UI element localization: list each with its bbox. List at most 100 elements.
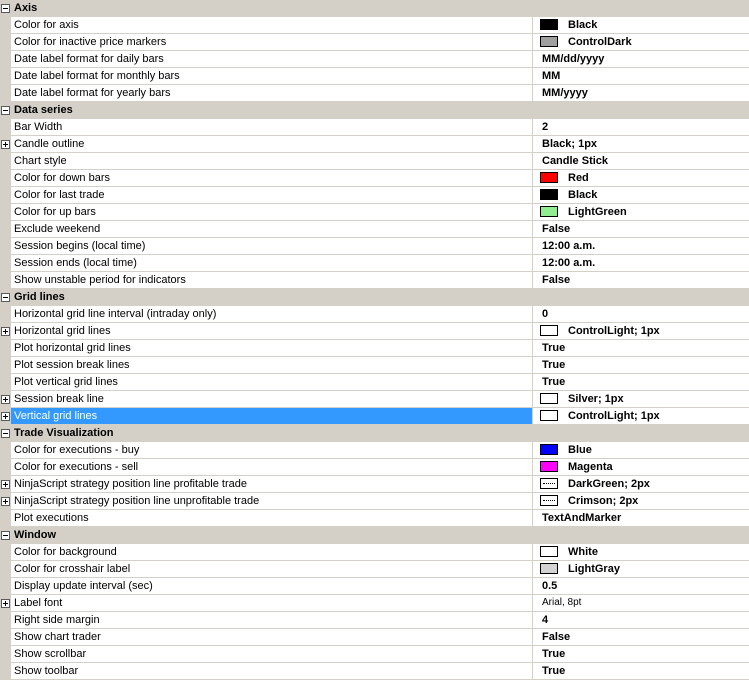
property-grid[interactable]: Axis Color for axis Black Color for inactiv… xyxy=(0,0,749,680)
expand-icon[interactable] xyxy=(1,480,10,489)
property-value[interactable]: False xyxy=(537,629,749,645)
property-value[interactable]: 12:00 a.m. xyxy=(537,238,749,254)
property-value[interactable]: True xyxy=(537,646,749,662)
collapse-icon[interactable] xyxy=(1,4,10,13)
property-value[interactable]: 2 xyxy=(537,119,749,135)
property-value[interactable]: Black xyxy=(537,17,749,33)
property-row-exclude-weekend[interactable]: Exclude weekend False xyxy=(0,221,749,238)
property-row-candle-outline[interactable]: Candle outline Black; 1px xyxy=(0,136,749,153)
property-name: Horizontal grid line interval (intraday … xyxy=(11,306,533,322)
category-label: Window xyxy=(14,529,57,541)
property-value-text: 12:00 a.m. xyxy=(542,257,596,269)
property-row-session-break-line[interactable]: Session break line Silver; 1px xyxy=(0,391,749,408)
property-value[interactable]: LightGray xyxy=(537,561,749,577)
property-row-session-ends-local-time[interactable]: Session ends (local time) 12:00 a.m. xyxy=(0,255,749,272)
expand-icon[interactable] xyxy=(1,327,10,336)
property-row-show-toolbar[interactable]: Show toolbar True xyxy=(0,663,749,680)
property-row-horizontal-grid-lines[interactable]: Horizontal grid lines ControlLight; 1px xyxy=(0,323,749,340)
category-grid-lines[interactable]: Grid lines xyxy=(0,289,749,306)
property-value[interactable]: ControlLight; 1px xyxy=(537,323,749,339)
property-name: Color for axis xyxy=(11,17,533,33)
property-row-label-font[interactable]: Label font Arial, 8pt xyxy=(0,595,749,612)
property-value[interactable]: LightGreen xyxy=(537,204,749,220)
expand-icon[interactable] xyxy=(1,599,10,608)
property-value[interactable]: False xyxy=(537,272,749,288)
property-value[interactable]: MM/dd/yyyy xyxy=(537,51,749,67)
property-row-color-for-executions-buy[interactable]: Color for executions - buy Blue xyxy=(0,442,749,459)
property-value-text: MM xyxy=(542,70,561,82)
property-row-date-label-format-for-daily-bars[interactable]: Date label format for daily bars MM/dd/yy… xyxy=(0,51,749,68)
property-value[interactable]: Arial, 8pt xyxy=(537,595,749,611)
property-value[interactable]: ControlLight; 1px xyxy=(537,408,749,424)
property-value[interactable]: 0.5 xyxy=(537,578,749,594)
property-row-vertical-grid-lines[interactable]: Vertical grid lines ControlLight; 1px xyxy=(0,408,749,425)
property-value[interactable]: Magenta xyxy=(537,459,749,475)
expand-icon[interactable] xyxy=(1,140,10,149)
expand-icon[interactable] xyxy=(1,497,10,506)
property-row-bar-width[interactable]: Bar Width 2 xyxy=(0,119,749,136)
property-row-plot-session-break-lines[interactable]: Plot session break lines True xyxy=(0,357,749,374)
property-row-right-side-margin[interactable]: Right side margin 4 xyxy=(0,612,749,629)
expand-icon[interactable] xyxy=(1,412,10,421)
property-value[interactable]: 4 xyxy=(537,612,749,628)
property-row-horizontal-grid-line-interval-intraday-only[interactable]: Horizontal grid line interval (intraday … xyxy=(0,306,749,323)
property-value[interactable]: Candle Stick xyxy=(537,153,749,169)
property-value[interactable]: False xyxy=(537,221,749,237)
property-row-date-label-format-for-monthly-bars[interactable]: Date label format for monthly bars MM xyxy=(0,68,749,85)
property-value[interactable]: TextAndMarker xyxy=(537,510,749,526)
category-axis[interactable]: Axis xyxy=(0,0,749,17)
property-value[interactable]: MM xyxy=(537,68,749,84)
property-row-show-unstable-period-for-indicators[interactable]: Show unstable period for indicators False xyxy=(0,272,749,289)
property-row-color-for-down-bars[interactable]: Color for down bars Red xyxy=(0,170,749,187)
property-value[interactable]: 0 xyxy=(537,306,749,322)
property-row-chart-style[interactable]: Chart style Candle Stick xyxy=(0,153,749,170)
property-value[interactable]: Black xyxy=(537,187,749,203)
property-row-show-scrollbar[interactable]: Show scrollbar True xyxy=(0,646,749,663)
property-value[interactable]: True xyxy=(537,340,749,356)
collapse-icon[interactable] xyxy=(1,293,10,302)
category-trade-visualization[interactable]: Trade Visualization xyxy=(0,425,749,442)
property-row-color-for-axis[interactable]: Color for axis Black xyxy=(0,17,749,34)
property-value[interactable]: Red xyxy=(537,170,749,186)
property-row-ninjascript-strategy-position-line-unprofitable-trade[interactable]: NinjaScript strategy position line unpro… xyxy=(0,493,749,510)
property-value[interactable]: True xyxy=(537,374,749,390)
property-value[interactable]: MM/yyyy xyxy=(537,85,749,101)
category-window[interactable]: Window xyxy=(0,527,749,544)
property-value[interactable]: True xyxy=(537,357,749,373)
property-row-session-begins-local-time[interactable]: Session begins (local time) 12:00 a.m. xyxy=(0,238,749,255)
property-value[interactable]: Silver; 1px xyxy=(537,391,749,407)
property-row-show-chart-trader[interactable]: Show chart trader False xyxy=(0,629,749,646)
property-row-date-label-format-for-yearly-bars[interactable]: Date label format for yearly bars MM/yyyy xyxy=(0,85,749,102)
collapse-icon[interactable] xyxy=(1,429,10,438)
property-value[interactable]: White xyxy=(537,544,749,560)
property-name: Chart style xyxy=(11,153,533,169)
property-value[interactable]: Black; 1px xyxy=(537,136,749,152)
property-row-color-for-crosshair-label[interactable]: Color for crosshair label LightGray xyxy=(0,561,749,578)
property-row-color-for-background[interactable]: Color for background White xyxy=(0,544,749,561)
property-row-plot-horizontal-grid-lines[interactable]: Plot horizontal grid lines True xyxy=(0,340,749,357)
property-value[interactable]: 12:00 a.m. xyxy=(537,255,749,271)
property-row-ninjascript-strategy-position-line-profitable-trade[interactable]: NinjaScript strategy position line profi… xyxy=(0,476,749,493)
property-row-color-for-up-bars[interactable]: Color for up bars LightGreen xyxy=(0,204,749,221)
property-row-display-update-interval-sec[interactable]: Display update interval (sec) 0.5 xyxy=(0,578,749,595)
collapse-icon[interactable] xyxy=(1,531,10,540)
property-row-plot-executions[interactable]: Plot executions TextAndMarker xyxy=(0,510,749,527)
property-value[interactable]: Blue xyxy=(537,442,749,458)
property-name: Plot executions xyxy=(11,510,533,526)
property-row-color-for-last-trade[interactable]: Color for last trade Black xyxy=(0,187,749,204)
property-value[interactable]: True xyxy=(537,663,749,679)
property-row-color-for-inactive-price-markers[interactable]: Color for inactive price markers ControlD… xyxy=(0,34,749,51)
row-gutter xyxy=(0,476,11,492)
category-data-series[interactable]: Data series xyxy=(0,102,749,119)
property-value[interactable]: ControlDark xyxy=(537,34,749,50)
color-swatch-icon xyxy=(540,461,558,472)
row-gutter xyxy=(0,442,11,458)
property-row-plot-vertical-grid-lines[interactable]: Plot vertical grid lines True xyxy=(0,374,749,391)
property-value[interactable]: DarkGreen; 2px xyxy=(537,476,749,492)
property-value-text: False xyxy=(542,631,571,643)
expand-icon[interactable] xyxy=(1,395,10,404)
collapse-icon[interactable] xyxy=(1,106,10,115)
property-value[interactable]: Crimson; 2px xyxy=(537,493,749,509)
property-row-color-for-executions-sell[interactable]: Color for executions - sell Magenta xyxy=(0,459,749,476)
property-value-text: Red xyxy=(568,172,589,184)
